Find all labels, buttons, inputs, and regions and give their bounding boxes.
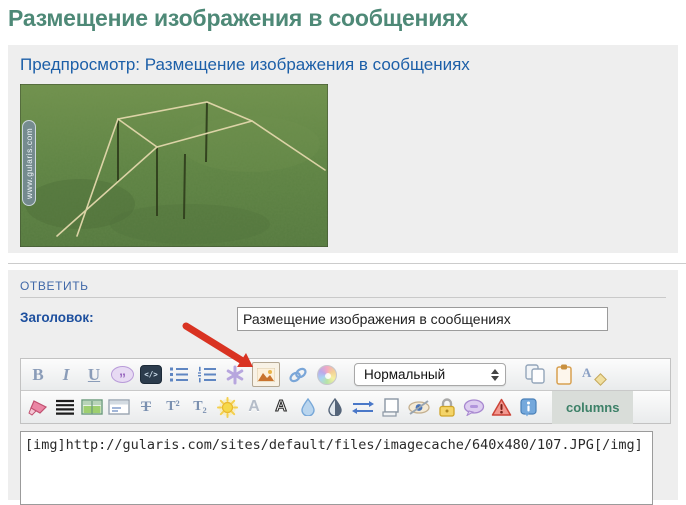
drop-button[interactable]: [297, 394, 319, 420]
image-icon: [252, 362, 280, 387]
underline-button[interactable]: U: [83, 362, 105, 388]
justify-icon: [55, 399, 75, 415]
unordered-list-button[interactable]: [168, 362, 190, 388]
select-stepper-icon: [491, 369, 501, 381]
remove-format-button[interactable]: A: [581, 362, 607, 388]
reply-section-label[interactable]: ОТВЕТИТЬ: [20, 279, 89, 293]
strikethrough-icon: T: [141, 399, 151, 416]
italic-button[interactable]: I: [55, 362, 77, 388]
window-button[interactable]: [108, 394, 130, 420]
paste-icon: [555, 364, 573, 385]
subscript-button[interactable]: T₂: [189, 394, 211, 420]
subscript-icon: T₂: [193, 399, 207, 415]
window-icon: [108, 399, 130, 415]
toolbar-row-primary: B I U ” </>: [21, 359, 670, 390]
lock-icon: [438, 397, 456, 417]
bold-button[interactable]: B: [27, 362, 49, 388]
asterisk-icon: [225, 365, 245, 385]
info-icon: [520, 398, 537, 417]
columns-label: columns: [566, 400, 619, 415]
table-icon: [81, 399, 103, 415]
format-select-value: Нормальный: [364, 367, 491, 382]
justify-button[interactable]: [54, 394, 76, 420]
ordered-list-icon: [197, 366, 217, 383]
message-textarea[interactable]: [img]http://gularis.com/sites/default/fi…: [20, 431, 653, 505]
link-button[interactable]: [286, 362, 310, 388]
outline-letter-button[interactable]: A: [270, 394, 292, 420]
ordered-list-button[interactable]: [196, 362, 218, 388]
table-button[interactable]: [81, 394, 103, 420]
copy-icon: [524, 364, 547, 385]
lock-button[interactable]: [436, 394, 458, 420]
spoiler-eye-button[interactable]: [407, 394, 431, 420]
link-icon: [286, 366, 310, 384]
quote-icon: ”: [111, 366, 134, 383]
photo-watermark: www.gularis.com: [22, 120, 36, 206]
eraser-icon: [594, 373, 607, 386]
highlighter-button[interactable]: [27, 394, 49, 420]
sun-button[interactable]: [216, 394, 238, 420]
color-wheel-button[interactable]: [316, 362, 338, 388]
preview-heading: Предпросмотр: Размещение изображения в с…: [20, 55, 666, 75]
warning-triangle-icon: [491, 398, 512, 417]
highlighter-icon: [27, 397, 49, 417]
remove-format-letter: A: [582, 365, 591, 381]
format-select[interactable]: Нормальный: [354, 363, 506, 386]
outline-letter-icon: A: [275, 398, 287, 416]
insert-image-button[interactable]: [252, 362, 280, 388]
speech-bubble-icon: [463, 399, 485, 416]
subject-label: Заголовок:: [20, 310, 94, 325]
underline-icon: U: [88, 365, 100, 385]
code-button[interactable]: </>: [140, 362, 162, 388]
code-icon: </>: [140, 365, 162, 384]
superscript-button[interactable]: T²: [162, 394, 184, 420]
info-button[interactable]: [517, 394, 539, 420]
section-divider: [8, 263, 686, 264]
color-wheel-icon: [317, 365, 337, 385]
italic-icon: I: [63, 365, 70, 385]
contrast-drop-icon: [328, 398, 342, 416]
strikethrough-button[interactable]: T: [135, 394, 157, 420]
bold-icon: B: [32, 365, 43, 385]
page-break-icon: [382, 398, 401, 417]
preview-photo: www.gularis.com: [20, 84, 328, 247]
columns-button[interactable]: columns: [552, 391, 633, 424]
unordered-list-icon: [169, 366, 189, 383]
subject-input[interactable]: [237, 307, 608, 331]
eye-slash-icon: [407, 400, 431, 415]
page-break-button[interactable]: [380, 394, 402, 420]
asterisk-button[interactable]: [224, 362, 246, 388]
reply-rule: [20, 297, 666, 298]
reply-panel: ОТВЕТИТЬ Заголовок: B I U ” </>: [8, 270, 678, 500]
page-title: Размещение изображения в сообщениях: [8, 3, 468, 33]
paste-button[interactable]: [553, 362, 575, 388]
swap-arrows-button[interactable]: [351, 394, 375, 420]
copy-button[interactable]: [524, 362, 547, 388]
contrast-button[interactable]: [324, 394, 346, 420]
water-drop-icon: [301, 398, 315, 416]
toolbar-row-secondary: T T² T₂ A A: [21, 390, 670, 423]
shadow-letter-button[interactable]: A: [243, 394, 265, 420]
preview-panel: Предпросмотр: Размещение изображения в с…: [8, 45, 678, 253]
speech-bubble-button[interactable]: [463, 394, 485, 420]
sun-icon: [217, 397, 238, 418]
grass-photo-image: [20, 84, 328, 247]
swap-arrows-icon: [351, 400, 375, 415]
shadow-letter-icon: A: [248, 398, 260, 416]
editor-toolbar: B I U ” </>: [20, 358, 671, 424]
warning-button[interactable]: [490, 394, 512, 420]
superscript-icon: T²: [166, 399, 180, 415]
quote-button[interactable]: ”: [111, 362, 134, 388]
